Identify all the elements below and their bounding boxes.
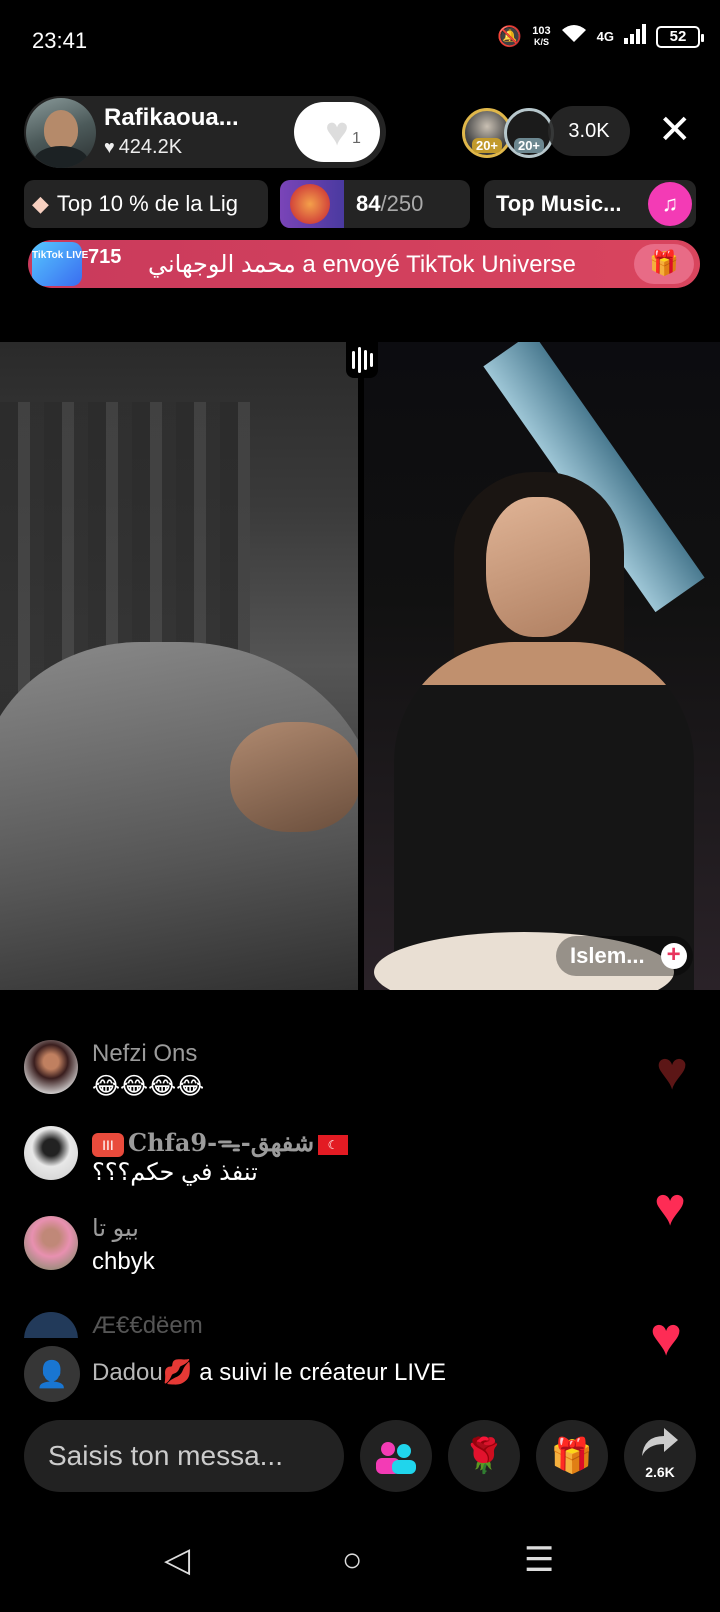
- comment-item[interactable]: III Chfa9-ᯓ-شفهق ☾ تنفذ في حكم؟؟؟: [24, 1126, 584, 1186]
- speed-unit: K/S: [533, 36, 549, 47]
- audio-wave-icon: [346, 342, 378, 378]
- guest-video[interactable]: [364, 342, 720, 990]
- viewer-level-badge: 20+: [513, 138, 545, 153]
- commenter-avatar[interactable]: [24, 1040, 78, 1094]
- commenter-name: Æ€€dëem: [92, 1312, 203, 1338]
- gift-number: 715: [88, 246, 122, 268]
- bell-muted-icon: 🔕: [497, 26, 523, 48]
- gift-icon[interactable]: 🎁: [634, 244, 694, 284]
- league-rank-text: Top 10 % de la Lig: [56, 191, 238, 216]
- top-music-chip[interactable]: Top Music... ♫: [484, 180, 696, 228]
- viewer-count[interactable]: 3.0K: [548, 106, 630, 156]
- host-video[interactable]: [0, 342, 358, 990]
- share-count: 2.6K: [645, 1464, 675, 1480]
- heart-icon: ♥: [104, 137, 115, 157]
- follow-button[interactable]: ♥ 1: [294, 102, 380, 162]
- top-viewer-avatar[interactable]: 20+: [504, 108, 554, 158]
- diamond-icon: ◆: [32, 191, 49, 216]
- goal-total: /250: [380, 191, 424, 216]
- back-icon[interactable]: ◁: [164, 1540, 190, 1580]
- network-speed: 103 K/S: [532, 24, 551, 48]
- commenter-name: Nefzi Ons: [92, 1040, 198, 1067]
- fan-badge: III: [92, 1132, 124, 1157]
- gift-banner-text: محمد الوجهاني a envoyé TikTok Universe: [148, 251, 576, 278]
- floating-heart-icon: ♥: [650, 1307, 683, 1367]
- home-icon[interactable]: ○: [342, 1540, 363, 1580]
- gift-banner[interactable]: TikTok LIVE 715 محمد الوجهاني a envoyé T…: [28, 240, 700, 288]
- rose-gift-button[interactable]: 🌹: [448, 1420, 520, 1492]
- comment-item[interactable]: Æ€€dëem: [24, 1312, 584, 1338]
- video-content: [230, 722, 358, 832]
- system-nav-bar: ◁ ○ ☰: [0, 1520, 720, 1612]
- commenter-name: Chfa9-ᯓ-شفهق: [128, 1128, 315, 1157]
- commenter-name-row: III Chfa9-ᯓ-شفهق ☾: [92, 1126, 349, 1159]
- commenter-name: بيو تا: [92, 1215, 139, 1242]
- recents-icon[interactable]: ☰: [524, 1540, 554, 1580]
- wave-bar: [351, 351, 355, 369]
- plus-icon[interactable]: +: [660, 943, 687, 969]
- commenter-avatar[interactable]: [24, 1312, 78, 1338]
- multi-guest-button[interactable]: [360, 1420, 432, 1492]
- follow-count: 1: [352, 130, 361, 147]
- rose-icon: 🌹: [462, 1437, 506, 1475]
- comment-item[interactable]: Nefzi Ons 😂😂😂😂: [24, 1040, 584, 1100]
- floating-heart-icon: ♥: [654, 1177, 687, 1237]
- user-check-icon: 👤: [24, 1346, 80, 1402]
- network-type: 4G: [596, 29, 614, 44]
- speed-value: 103: [532, 24, 551, 37]
- status-icons: 🔕 103 K/S 4G 52: [497, 24, 704, 49]
- wave-bar: [369, 353, 373, 367]
- music-note-icon: ♫: [648, 182, 692, 226]
- people-icon: [374, 1437, 418, 1475]
- comment-item[interactable]: بيو تا chbyk: [24, 1215, 584, 1276]
- status-time: 23:41: [32, 28, 88, 53]
- comment-text: 😂😂😂😂: [92, 1073, 205, 1100]
- tiktok-live-icon: TikTok LIVE: [32, 242, 88, 286]
- notice-text: a suivi le créateur LIVE: [192, 1359, 447, 1386]
- host-likes-count: 424.2K: [118, 136, 183, 158]
- goal-progress-text: 84/250: [356, 191, 423, 217]
- comment-text: تنفذ في حكم؟؟؟: [92, 1159, 258, 1186]
- share-button[interactable]: 2.6K: [624, 1420, 696, 1492]
- commenter-avatar[interactable]: [24, 1216, 78, 1270]
- host-info[interactable]: Rafikaoua... ♥ 424.2K ♥ 1: [24, 96, 386, 168]
- top-music-text: Top Music...: [496, 191, 622, 216]
- video-content: [486, 497, 590, 637]
- wave-bar: [357, 347, 361, 373]
- battery-icon: 52: [656, 25, 704, 48]
- wave-bar: [363, 350, 367, 370]
- heart-icon: ♥: [325, 110, 349, 154]
- goal-current: 84: [356, 191, 381, 216]
- follow-notice: Dadou💋 a suivi le créateur LIVE: [92, 1358, 446, 1387]
- host-name: Rafikaoua...: [104, 104, 239, 131]
- guest-name: Islem...: [570, 943, 645, 968]
- commenter-avatar[interactable]: [24, 1126, 78, 1180]
- goal-progress-chip[interactable]: 84/250: [280, 180, 470, 228]
- guest-name-tag[interactable]: Islem... +: [556, 936, 693, 976]
- goal-gift-icon: [290, 184, 330, 224]
- viewer-level-badge: 20+: [471, 138, 503, 153]
- message-input[interactable]: Saisis ton messa...: [24, 1420, 344, 1492]
- gift-icon: 🎁: [550, 1437, 594, 1475]
- gift-button[interactable]: 🎁: [536, 1420, 608, 1492]
- signal-icon: [624, 24, 646, 49]
- league-rank-chip[interactable]: ◆ Top 10 % de la Lig: [24, 180, 268, 228]
- wifi-icon: [561, 24, 587, 49]
- status-bar: 23:41 🔕 103 K/S 4G 52: [0, 0, 720, 80]
- host-avatar[interactable]: [26, 98, 96, 168]
- notice-user: Dadou💋: [92, 1359, 193, 1386]
- close-icon[interactable]: ✕: [658, 110, 692, 150]
- flag-icon: ☾: [318, 1134, 349, 1155]
- host-likes: ♥ 424.2K: [104, 136, 182, 159]
- comment-text: chbyk: [92, 1248, 155, 1275]
- floating-heart-icon: ♥: [656, 1041, 689, 1101]
